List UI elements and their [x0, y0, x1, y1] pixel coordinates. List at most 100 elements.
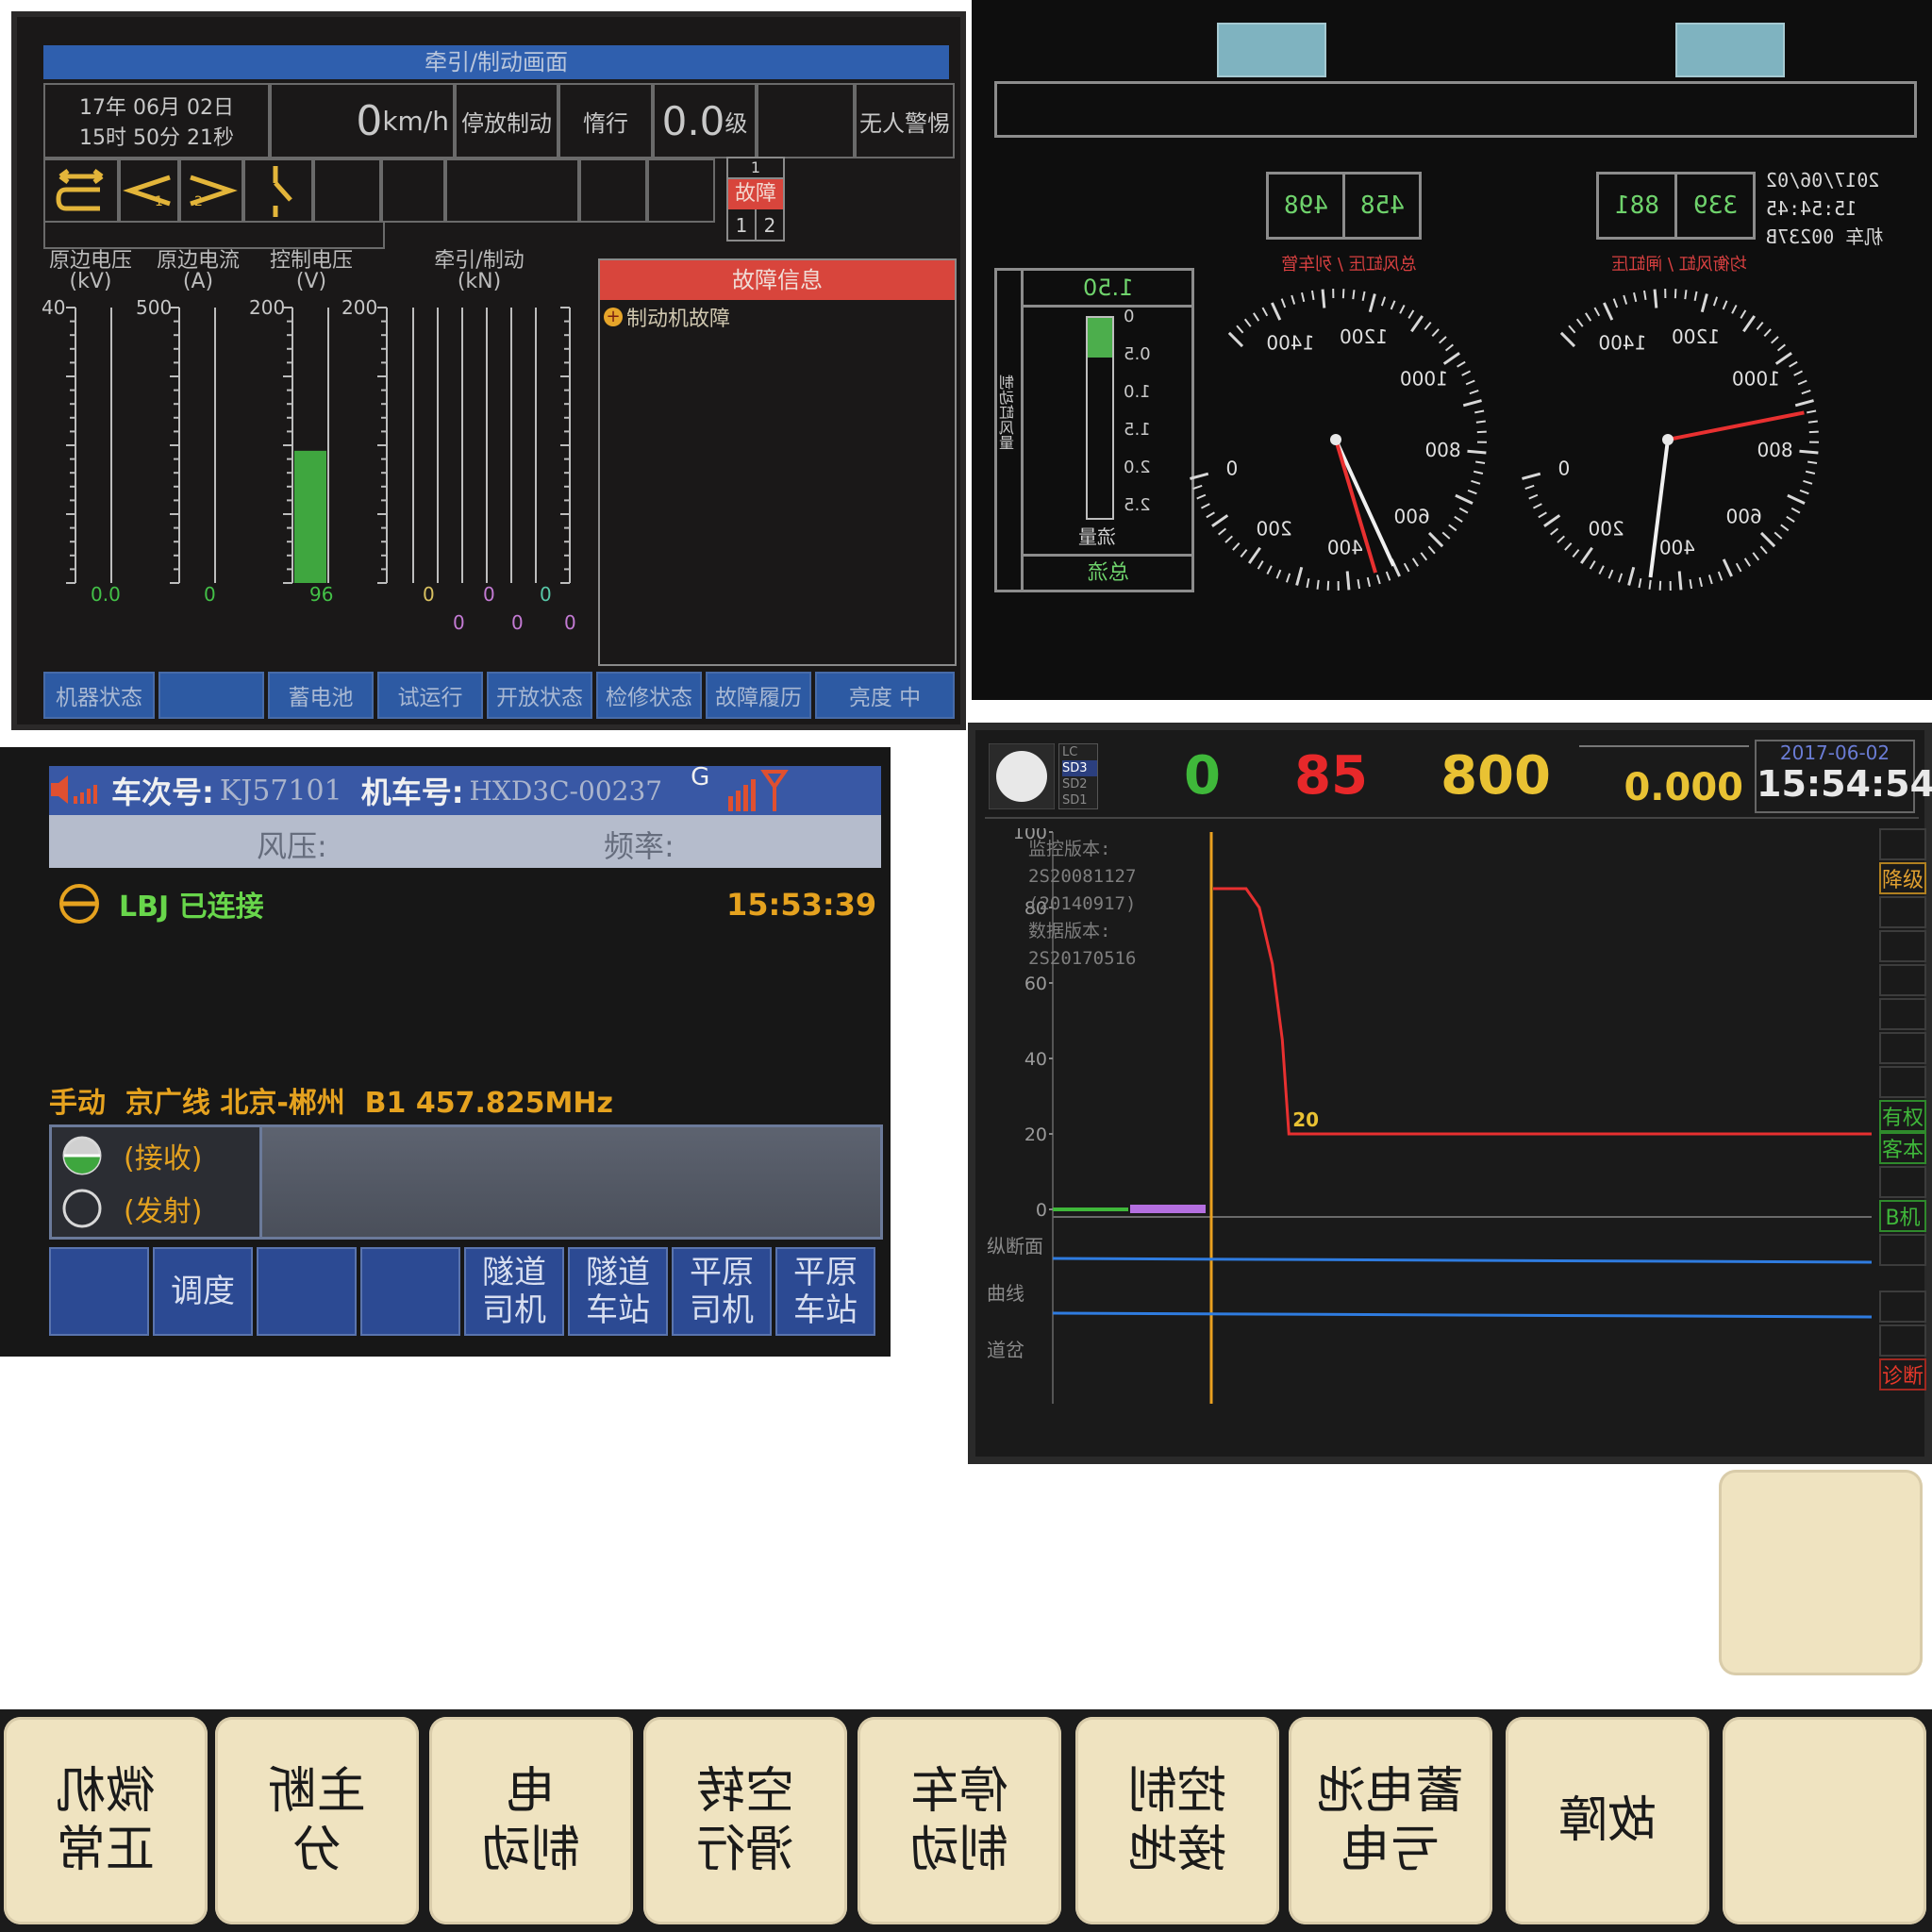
right-dial-tick	[1674, 289, 1677, 299]
left-dial-tick	[1465, 379, 1475, 386]
right-dial-tick	[1648, 579, 1652, 590]
radio-btn-plain-driver[interactable]: 平原 司机	[672, 1247, 772, 1336]
meter-bars	[66, 307, 571, 584]
frequency-label: 频率:	[604, 828, 675, 864]
key-blank[interactable]	[1723, 1717, 1926, 1924]
sd-lc: LC	[1062, 745, 1078, 759]
right-dial-tick	[1735, 562, 1742, 573]
left-dial-tick	[1455, 493, 1474, 505]
btn-maintenance-status[interactable]: 检修状态	[596, 672, 702, 719]
right-dial-tick	[1805, 470, 1816, 475]
right-dial-tick	[1638, 578, 1642, 589]
left-dial-tick	[1467, 489, 1477, 495]
radio-btn-tunnel-station[interactable]: 隧道 车站	[568, 1247, 668, 1336]
brake-value-2: 0	[511, 611, 524, 634]
meter-label-primary-current: 原边电流 (A)	[156, 249, 240, 293]
right-dial-tick	[1522, 472, 1541, 480]
right-dial-tick	[1801, 389, 1811, 395]
vigilance-status: 无人警惕	[855, 83, 955, 158]
right-dial-tick	[1807, 460, 1818, 465]
left-dial-tick	[1474, 460, 1486, 465]
speed-unit: km/h	[382, 105, 449, 137]
train-no-value: KJ57101	[219, 774, 342, 808]
btn-battery[interactable]: 蓄电池	[268, 672, 374, 719]
key-main-breaker-open[interactable]: 主断 分	[215, 1717, 419, 1924]
monitor-speed: 0	[1184, 745, 1221, 807]
key-control-ground[interactable]: 控制 接地	[1075, 1717, 1279, 1924]
right-dial-label: 1200	[1672, 325, 1720, 348]
right-dial-tick	[1677, 571, 1683, 591]
speed-value: 0	[356, 96, 383, 145]
btn-open-status[interactable]: 开放状态	[487, 672, 592, 719]
btn-blank[interactable]	[158, 672, 264, 719]
tx-rx-indicators: (接收) (发射)	[52, 1127, 262, 1237]
right-dial-tick	[1774, 531, 1783, 540]
traction-brake-screen: 牵引/制动画面 17年 06月 02日 15时 50分 21秒 0 km/h 停…	[11, 11, 966, 730]
right-dial-tick	[1756, 322, 1764, 331]
radio-btn-dispatch[interactable]: 调度	[153, 1247, 253, 1336]
right-dial-tick	[1589, 560, 1596, 570]
radio-btn-blank-2[interactable]	[257, 1247, 357, 1336]
btn-machine-status[interactable]: 机器状态	[43, 672, 155, 719]
radio-btn-blank-3[interactable]	[360, 1247, 460, 1336]
left-dial-tick	[1476, 430, 1487, 434]
left-dial-tick	[1411, 558, 1419, 567]
radio-btn-tunnel-driver[interactable]: 隧道 司机	[464, 1247, 564, 1336]
parking-brake-status: 停放制动	[455, 83, 558, 158]
train-monitor-screen: LC SD3 SD2 SD1 0 85 800 0.000 2017-06-02…	[968, 723, 1932, 1464]
right-dial-tick	[1617, 573, 1624, 583]
right-dial-tick	[1807, 409, 1817, 414]
radio-time: 15:53:39	[726, 887, 877, 923]
time-line: 15时 50分 21秒	[79, 126, 234, 150]
right-dial-label: 800	[1757, 439, 1792, 461]
left-dial-tick	[1285, 573, 1291, 583]
monitor-datetime: 2017-06-02 15:54:54	[1755, 740, 1932, 813]
side-indicator	[1879, 1066, 1926, 1098]
left-dial-label: 200	[1257, 517, 1292, 540]
left-dial-tick	[1439, 336, 1447, 344]
right-dial-tick	[1612, 298, 1619, 308]
meter-label-control-voltage: 控制电压 (V)	[269, 249, 353, 293]
radio-btn-blank-1[interactable]	[49, 1247, 149, 1336]
btn-fault-history[interactable]: 故障履历	[706, 672, 811, 719]
y-tick-label: 60	[1024, 974, 1047, 994]
left-dial-hub	[1330, 434, 1341, 445]
radio-info-bar: 风压: 频率:	[49, 815, 881, 868]
left-dial-tick	[1316, 579, 1320, 590]
fault-list-item[interactable]: + 制动机故障	[600, 300, 955, 334]
sd-1: SD1	[1062, 793, 1088, 808]
right-dial-tick	[1603, 302, 1614, 321]
right-dial-tick	[1752, 552, 1760, 561]
key-label: 停车 制动	[909, 1763, 1008, 1878]
left-dial-tick	[1407, 309, 1415, 319]
traction-value-2: 0	[483, 583, 495, 606]
fault-item-text: 制动机故障	[626, 308, 731, 331]
level-cell: 0.0 级	[653, 83, 757, 158]
key-standalone[interactable]	[1719, 1470, 1923, 1675]
key-battery-low[interactable]: 蓄电池 亏电	[1289, 1717, 1492, 1924]
radio-btn-plain-station[interactable]: 平原 车站	[775, 1247, 875, 1336]
side-diagnosis[interactable]: 诊断	[1879, 1358, 1926, 1391]
left-dial-tick	[1206, 511, 1215, 519]
empty-icon-cell	[647, 158, 715, 223]
left-dial-label: 400	[1327, 537, 1363, 559]
right-dial-tick	[1579, 546, 1593, 564]
key-slip-slide[interactable]: 空转 滑行	[643, 1717, 847, 1924]
key-electric-brake[interactable]: 电 制动	[429, 1717, 633, 1924]
handle2-icon: 2	[179, 158, 243, 223]
key-label: 故障	[1557, 1792, 1657, 1849]
train-body-marker	[1130, 1205, 1206, 1213]
handle1-icon: 1	[119, 158, 179, 223]
side-indicator	[1879, 964, 1926, 996]
btn-trial-run[interactable]: 试运行	[377, 672, 483, 719]
left-dial-tick	[1454, 515, 1463, 523]
side-indicator	[1879, 1234, 1926, 1266]
right-dial-tick	[1524, 484, 1535, 491]
speaker-signal-icon	[51, 775, 97, 804]
key-label: 电 制动	[481, 1763, 580, 1878]
key-fault[interactable]: 故障	[1506, 1717, 1709, 1924]
btn-brightness[interactable]: 亮度 中	[815, 672, 955, 719]
right-dial-tick	[1559, 331, 1576, 348]
key-computer-normal[interactable]: 微机 正常	[4, 1717, 208, 1924]
key-parking-brake[interactable]: 停车 制动	[858, 1717, 1061, 1924]
